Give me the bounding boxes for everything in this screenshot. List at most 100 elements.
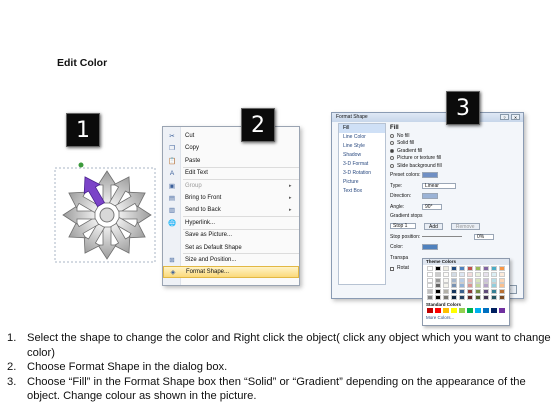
color-swatch[interactable]	[427, 289, 433, 295]
nav-item-line-color[interactable]: Line Color	[339, 133, 385, 142]
color-swatch[interactable]	[435, 277, 441, 283]
radio-button[interactable]	[390, 148, 394, 153]
color-swatch[interactable]	[483, 295, 489, 300]
menu-item-paste[interactable]: 📋 Paste	[163, 155, 299, 167]
color-swatch[interactable]	[435, 308, 441, 313]
color-swatch[interactable]	[491, 308, 497, 313]
nav-item-3-d-rotation[interactable]: 3-D Rotation	[339, 169, 385, 178]
color-swatch[interactable]	[443, 283, 449, 289]
nav-item-text-box[interactable]: Text Box	[339, 187, 385, 196]
menu-item-format-shape[interactable]: ◈ Format Shape...	[163, 266, 299, 279]
color-swatch[interactable]	[475, 289, 481, 295]
color-swatch[interactable]	[451, 266, 457, 271]
menu-item-group[interactable]: ▣ Group ▸	[163, 180, 299, 192]
color-swatch[interactable]	[435, 289, 441, 295]
remove-stop-button[interactable]: Remove	[450, 222, 480, 230]
color-swatch[interactable]	[459, 295, 465, 300]
color-swatch[interactable]	[491, 283, 497, 289]
fill-option-gradient-fill[interactable]: Gradient fill	[390, 148, 520, 154]
color-swatch[interactable]	[499, 283, 505, 289]
add-stop-button[interactable]: Add	[424, 222, 443, 230]
color-swatch[interactable]	[427, 271, 433, 277]
color-swatch[interactable]	[467, 295, 473, 300]
color-swatch[interactable]	[499, 271, 505, 277]
color-swatch[interactable]	[475, 295, 481, 300]
stop-position-slider[interactable]	[422, 236, 462, 237]
nav-item-picture[interactable]: Picture	[339, 178, 385, 187]
fill-option-no-fill[interactable]: No fill	[390, 133, 520, 139]
color-swatch[interactable]	[435, 295, 441, 300]
color-swatch[interactable]	[499, 289, 505, 295]
color-swatch[interactable]	[475, 277, 481, 283]
help-button[interactable]: ?	[500, 114, 509, 120]
arrow-shape-diagram[interactable]	[50, 160, 160, 270]
color-swatch[interactable]	[467, 289, 473, 295]
menu-item-size-and-position[interactable]: ⊞ Size and Position...	[163, 254, 299, 266]
color-swatch[interactable]	[451, 271, 457, 277]
color-swatch[interactable]	[483, 277, 489, 283]
rotate-handle[interactable]	[78, 162, 84, 168]
color-swatch[interactable]	[435, 283, 441, 289]
color-swatch[interactable]	[491, 277, 497, 283]
color-swatch[interactable]	[451, 283, 457, 289]
color-swatch[interactable]	[499, 308, 505, 313]
color-swatch[interactable]	[499, 295, 505, 300]
color-swatch[interactable]	[459, 266, 465, 271]
menu-item-copy[interactable]: ❐ Copy	[163, 142, 299, 154]
color-swatch[interactable]	[475, 271, 481, 277]
color-swatch[interactable]	[467, 283, 473, 289]
color-swatch[interactable]	[451, 308, 457, 313]
radio-button[interactable]	[390, 156, 394, 160]
color-swatch[interactable]	[483, 308, 489, 313]
color-swatch[interactable]	[427, 283, 433, 289]
nav-item-line-style[interactable]: Line Style	[339, 142, 385, 151]
color-swatch[interactable]	[459, 283, 465, 289]
color-swatch[interactable]	[459, 289, 465, 295]
close-icon[interactable]: ✕	[511, 114, 520, 120]
color-swatch[interactable]	[451, 295, 457, 300]
color-swatch[interactable]	[451, 277, 457, 283]
color-swatch[interactable]	[483, 271, 489, 277]
color-swatch[interactable]	[443, 266, 449, 271]
color-swatch[interactable]	[475, 308, 481, 313]
color-swatch[interactable]	[467, 308, 473, 313]
color-swatch[interactable]	[483, 289, 489, 295]
color-swatch[interactable]	[499, 277, 505, 283]
color-swatch[interactable]	[459, 277, 465, 283]
menu-item-hyperlink[interactable]: 🌐 Hyperlink...	[163, 217, 299, 229]
color-picker-button[interactable]	[422, 244, 438, 250]
color-swatch[interactable]	[467, 266, 473, 271]
stop-position-input[interactable]: 0%	[474, 233, 494, 240]
nav-item-3-d-format[interactable]: 3-D Format	[339, 160, 385, 169]
more-colors-link[interactable]: More Colors...	[423, 315, 509, 320]
menu-item-cut[interactable]: ✂ Cut	[163, 130, 299, 142]
menu-item-bring-to-front[interactable]: ▤ Bring to Front ▸	[163, 192, 299, 204]
color-swatch[interactable]	[491, 295, 497, 300]
nav-item-shadow[interactable]: Shadow	[339, 151, 385, 160]
fill-option-slide-background-fill[interactable]: Slide background fill	[390, 163, 520, 169]
menu-item-set-as-default-shape[interactable]: Set as Default Shape	[163, 242, 299, 254]
color-swatch[interactable]	[459, 308, 465, 313]
color-swatch[interactable]	[435, 271, 441, 277]
color-swatch[interactable]	[467, 271, 473, 277]
color-swatch[interactable]	[459, 271, 465, 277]
color-swatch[interactable]	[475, 266, 481, 271]
color-swatch[interactable]	[427, 308, 433, 313]
menu-item-save-as-picture[interactable]: Save as Picture...	[163, 229, 299, 241]
fill-option-solid-fill[interactable]: Solid fill	[390, 140, 520, 146]
color-swatch[interactable]	[435, 266, 441, 271]
radio-button[interactable]	[390, 133, 394, 138]
color-swatch[interactable]	[427, 277, 433, 283]
fill-option-picture-or-texture-fill[interactable]: Picture or texture fill	[390, 155, 520, 161]
color-swatch[interactable]	[467, 277, 473, 283]
menu-item-edit-text[interactable]: A Edit Text	[163, 167, 299, 179]
radio-button[interactable]	[390, 141, 394, 145]
color-swatch[interactable]	[483, 283, 489, 289]
color-swatch[interactable]	[427, 266, 433, 271]
color-swatch[interactable]	[451, 289, 457, 295]
type-dropdown[interactable]: Linear	[422, 182, 456, 189]
color-swatch[interactable]	[443, 308, 449, 313]
color-swatch[interactable]	[491, 266, 497, 271]
color-swatch[interactable]	[427, 295, 433, 300]
color-swatch[interactable]	[483, 266, 489, 271]
